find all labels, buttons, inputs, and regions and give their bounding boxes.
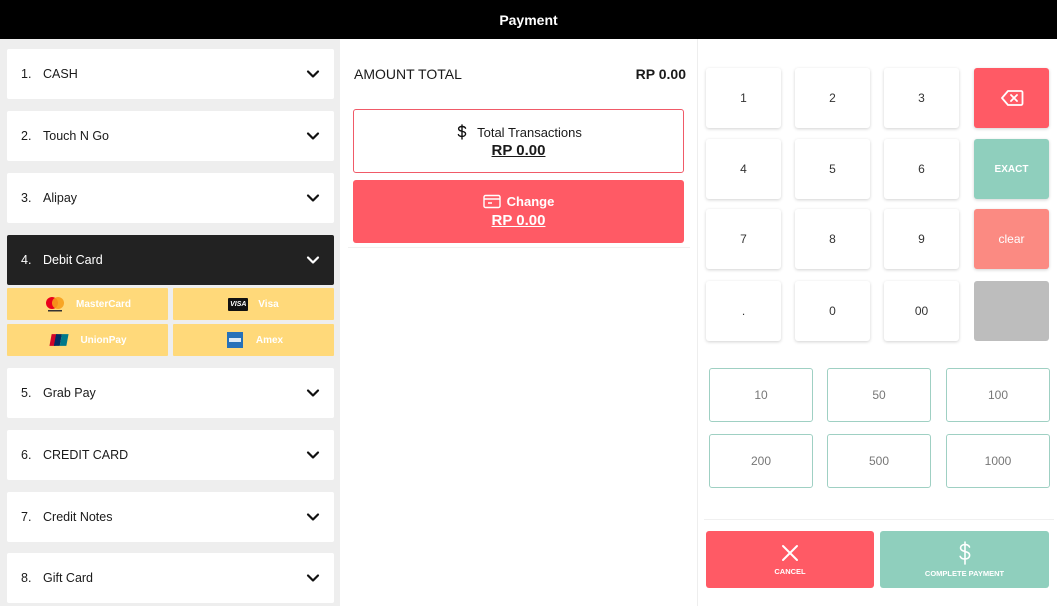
page-title: Payment <box>499 11 558 28</box>
blank-key <box>974 281 1049 341</box>
unionpay-icon <box>48 332 70 348</box>
method-number: 1. <box>21 67 32 81</box>
cancel-label: CANCEL <box>774 567 806 576</box>
cancel-button[interactable]: CANCEL <box>706 531 874 588</box>
debit-option-label: UnionPay <box>80 334 127 346</box>
method-label: CASH <box>43 67 78 81</box>
chevron-down-icon <box>306 194 320 202</box>
debit-option-label: Visa <box>258 298 279 310</box>
key-7[interactable]: 7 <box>706 209 781 269</box>
amex-icon <box>224 332 246 348</box>
method-label: Debit Card <box>43 253 103 267</box>
method-label: CREDIT CARD <box>43 448 129 462</box>
change-box: Change RP 0.00 <box>353 180 684 243</box>
key-8[interactable]: 8 <box>795 209 870 269</box>
summary-panel: AMOUNT TOTAL RP 0.00 Total Transactions … <box>340 39 698 606</box>
complete-payment-label: COMPLETE PAYMENT <box>924 569 1005 578</box>
chevron-down-icon <box>306 451 320 459</box>
method-debit-card[interactable]: 4. Debit Card <box>7 235 334 285</box>
total-transactions-box: Total Transactions RP 0.00 <box>353 109 684 173</box>
debit-option-visa[interactable]: VISA Visa <box>173 288 334 320</box>
method-credit-card[interactable]: 6. CREDIT CARD <box>7 430 334 480</box>
change-value: RP 0.00 <box>491 212 546 229</box>
chevron-down-icon <box>306 513 320 521</box>
method-number: 3. <box>21 191 32 205</box>
dollar-icon <box>958 541 970 565</box>
change-label: Change <box>506 194 555 209</box>
total-transactions-label: Total Transactions <box>477 124 582 140</box>
method-label: Alipay <box>43 191 78 205</box>
amount-total-value: RP 0.00 <box>635 66 686 82</box>
method-number: 6. <box>21 448 32 462</box>
method-number: 2. <box>21 129 32 143</box>
divider <box>704 519 1054 520</box>
method-alipay[interactable]: 3. Alipay <box>7 173 334 223</box>
method-label: Touch N Go <box>43 129 110 143</box>
key-0[interactable]: 0 <box>795 281 870 341</box>
method-gift-card[interactable]: 8. Gift Card <box>7 553 334 603</box>
amount-total-row: AMOUNT TOTAL RP 0.00 <box>354 66 686 82</box>
quick-amount-200[interactable]: 200 <box>709 434 813 488</box>
key-1[interactable]: 1 <box>706 68 781 128</box>
chevron-down-icon <box>306 70 320 78</box>
dollar-icon <box>457 124 467 140</box>
method-label: Gift Card <box>43 571 94 585</box>
method-number: 7. <box>21 510 32 524</box>
keypad-panel: 1 2 3 4 5 6 EXACT 7 8 9 clear . 0 00 10 … <box>698 39 1057 606</box>
method-credit-notes[interactable]: 7. Credit Notes <box>7 492 334 542</box>
debit-option-amex[interactable]: Amex <box>173 324 334 356</box>
visa-logo-text: VISA <box>230 300 247 308</box>
quick-amount-1000[interactable]: 1000 <box>946 434 1050 488</box>
key-decimal[interactable]: . <box>706 281 781 341</box>
key-5[interactable]: 5 <box>795 139 870 199</box>
chevron-down-icon <box>306 389 320 397</box>
method-label: Credit Notes <box>43 510 113 524</box>
key-2[interactable]: 2 <box>795 68 870 128</box>
method-label: Grab Pay <box>43 386 96 400</box>
method-number: 5. <box>21 386 32 400</box>
clear-button[interactable]: clear <box>974 209 1049 269</box>
key-3[interactable]: 3 <box>884 68 959 128</box>
close-icon <box>782 545 798 561</box>
method-number: 4. <box>21 253 32 267</box>
key-4[interactable]: 4 <box>706 139 781 199</box>
debit-option-label: Amex <box>255 334 284 346</box>
backspace-icon <box>1000 90 1023 106</box>
method-grab-pay[interactable]: 5. Grab Pay <box>7 368 334 418</box>
chevron-down-icon <box>306 256 320 264</box>
quick-amount-50[interactable]: 50 <box>827 368 931 422</box>
method-cash[interactable]: 1. CASH <box>7 49 334 99</box>
chevron-down-icon <box>306 574 320 582</box>
divider <box>348 247 690 248</box>
mastercard-icon <box>44 296 66 312</box>
backspace-button[interactable] <box>974 68 1049 128</box>
total-transactions-value: RP 0.00 <box>491 142 546 159</box>
debit-option-mastercard[interactable]: MasterCard <box>7 288 168 320</box>
complete-payment-button[interactable]: COMPLETE PAYMENT <box>880 531 1049 588</box>
debit-option-unionpay[interactable]: UnionPay <box>7 324 168 356</box>
key-9[interactable]: 9 <box>884 209 959 269</box>
exact-button[interactable]: EXACT <box>974 139 1049 199</box>
method-touch-n-go[interactable]: 2. Touch N Go <box>7 111 334 161</box>
wallet-icon <box>482 194 501 209</box>
payment-methods-panel: 1. CASH 2. Touch N Go 3. Alipay 4. Debit… <box>0 39 340 606</box>
visa-icon: VISA <box>228 297 249 311</box>
key-6[interactable]: 6 <box>884 139 959 199</box>
quick-amount-100[interactable]: 100 <box>946 368 1050 422</box>
quick-amount-500[interactable]: 500 <box>827 434 931 488</box>
header-bar: Payment <box>0 0 1057 39</box>
quick-amount-10[interactable]: 10 <box>709 368 813 422</box>
amount-total-label: AMOUNT TOTAL <box>354 66 462 82</box>
key-00[interactable]: 00 <box>884 281 959 341</box>
chevron-down-icon <box>306 132 320 140</box>
debit-option-label: MasterCard <box>75 298 132 310</box>
method-number: 8. <box>21 571 32 585</box>
